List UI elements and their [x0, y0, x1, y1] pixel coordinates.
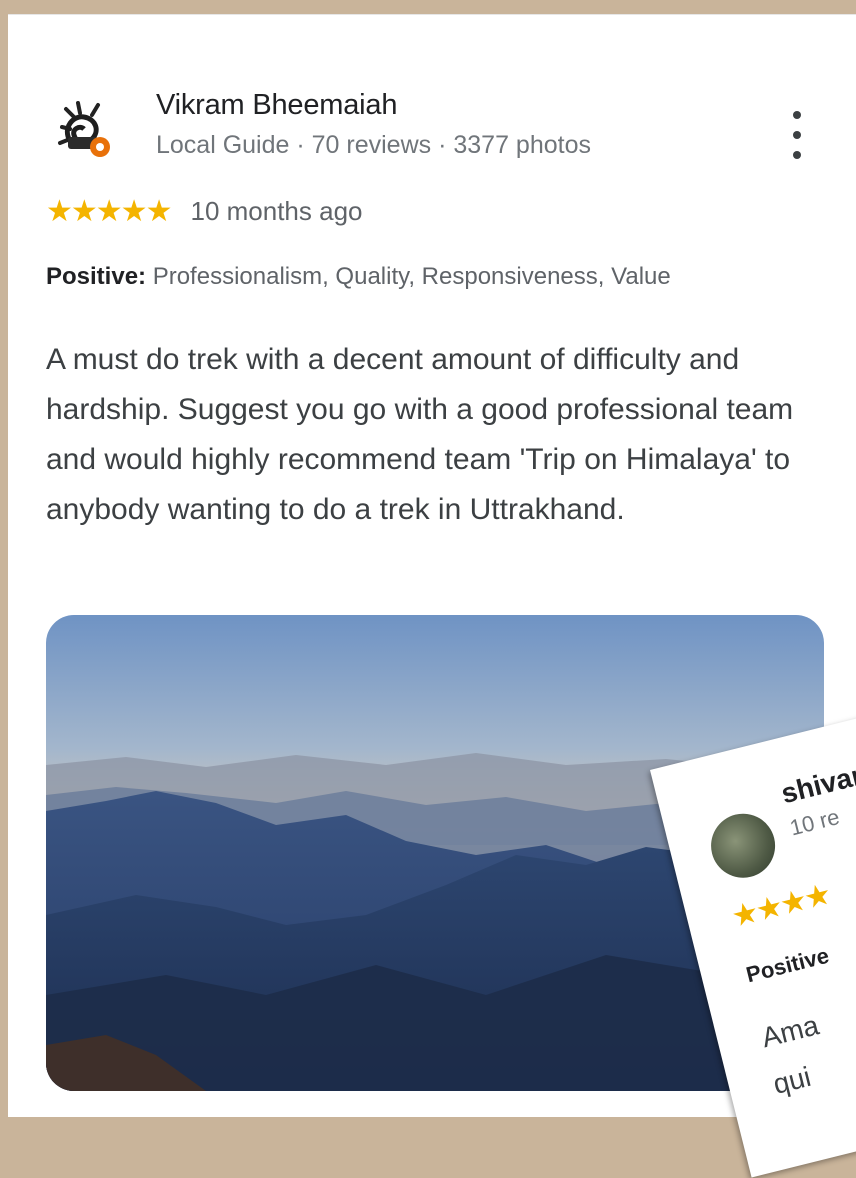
positive-label: Positive:: [46, 263, 147, 290]
more-vert-dot: [793, 131, 801, 139]
more-vert-dot: [793, 151, 801, 159]
positive-values: Professionalism, Quality, Responsiveness…: [146, 263, 671, 290]
review-header: Vikram Bheemaiah Local Guide · 70 review…: [52, 87, 832, 177]
overlap-star-rating: ★★★★: [728, 877, 833, 935]
overlap-review-text-next: qui: [770, 1060, 814, 1100]
overlap-positive-label: Positive: [743, 942, 832, 988]
review-text: A must do trek with a decent amount of d…: [46, 343, 794, 526]
author-avatar[interactable]: [52, 97, 118, 163]
star-rating: ★★★★★: [46, 194, 172, 228]
overlap-review-text: Ama: [758, 1009, 822, 1054]
more-vert-icon: [793, 111, 801, 119]
overlap-author-avatar: [704, 806, 782, 885]
positive-attributes: Positive: Professionalism, Quality, Resp…: [46, 263, 671, 291]
overlap-author-name: shivar: [778, 759, 856, 810]
rating-row: ★★★★★ 10 months ago: [46, 191, 363, 231]
author-meta: Local Guide · 70 reviews · 3377 photos: [156, 131, 591, 159]
overlap-author-meta: 10 re: [787, 804, 842, 841]
author-name[interactable]: Vikram Bheemaiah: [156, 89, 397, 122]
more-options-button[interactable]: [785, 111, 809, 159]
review-time: 10 months ago: [190, 195, 363, 226]
local-guide-avatar-icon: [58, 101, 110, 157]
